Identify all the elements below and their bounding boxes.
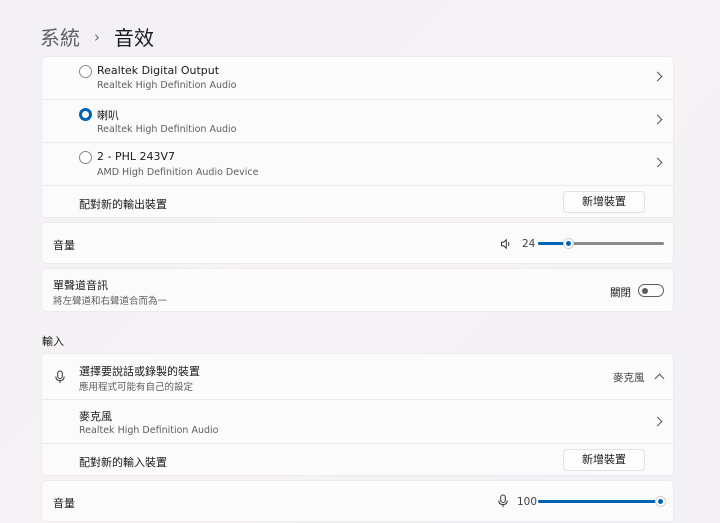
output-device-realtek-digital[interactable]: Realtek Digital Output Realtek High Defi… xyxy=(42,57,673,99)
mono-audio-state: 關閉 xyxy=(610,287,631,299)
mono-audio-toggle[interactable] xyxy=(638,284,664,297)
input-devices-card: 選擇要說話或錄製的裝置 應用程式可能有自己的設定 麥克風 麥克風 Realtek… xyxy=(41,353,674,476)
input-section-label: 輸入 xyxy=(42,335,64,348)
output-radio-phl[interactable] xyxy=(79,151,92,164)
input-device-detail: Realtek High Definition Audio xyxy=(79,425,219,436)
input-chooser-value: 麥克風 xyxy=(613,372,645,384)
pair-output-row: 配對新的輸出裝置 新增裝置 xyxy=(42,185,673,219)
breadcrumb-separator: › xyxy=(94,27,100,46)
input-volume-label: 音量 xyxy=(53,497,75,510)
pair-output-label: 配對新的輸出裝置 xyxy=(79,198,167,211)
mono-audio-title: 單聲道音訊 xyxy=(53,279,108,292)
microphone-icon xyxy=(55,370,65,383)
output-device-detail: Realtek High Definition Audio xyxy=(97,124,237,135)
output-device-name: 喇叭 xyxy=(97,109,119,122)
chevron-right-icon[interactable] xyxy=(652,114,663,125)
input-volume-slider[interactable] xyxy=(538,496,666,507)
output-volume-card: 音量 24 xyxy=(41,222,674,264)
output-volume-label: 音量 xyxy=(53,239,75,252)
input-device-name: 麥克風 xyxy=(79,410,112,423)
input-device-chooser[interactable]: 選擇要說話或錄製的裝置 應用程式可能有自己的設定 麥克風 xyxy=(42,354,673,399)
output-device-name: Realtek Digital Output xyxy=(97,64,220,77)
output-device-detail: AMD High Definition Audio Device xyxy=(97,167,259,178)
output-device-name: 2 - PHL 243V7 xyxy=(97,150,176,163)
chevron-right-icon[interactable] xyxy=(652,416,663,427)
pair-input-label: 配對新的輸入裝置 xyxy=(79,456,167,469)
output-device-phl[interactable]: 2 - PHL 243V7 AMD High Definition Audio … xyxy=(42,142,673,185)
add-output-device-button[interactable]: 新增裝置 xyxy=(563,191,645,213)
chevron-right-icon[interactable] xyxy=(652,157,663,168)
microphone-icon xyxy=(498,494,508,507)
input-volume-thumb[interactable] xyxy=(655,496,666,507)
output-devices-card: Realtek Digital Output Realtek High Defi… xyxy=(41,56,674,218)
input-chooser-title: 選擇要說話或錄製的裝置 xyxy=(79,365,200,378)
breadcrumb-system[interactable]: 系統 xyxy=(40,22,80,51)
output-radio-speaker[interactable] xyxy=(79,108,92,121)
input-chooser-description: 應用程式可能有自己的設定 xyxy=(79,382,194,393)
mono-audio-card: 單聲道音訊 將左聲道和右聲道合而為一 關閉 xyxy=(41,268,674,312)
breadcrumb: 系統 › 音效 xyxy=(40,22,154,51)
chevron-right-icon[interactable] xyxy=(652,71,663,82)
chevron-up-icon[interactable] xyxy=(654,373,665,384)
input-volume-fill xyxy=(538,500,660,503)
output-volume-value: 24 xyxy=(522,238,536,250)
output-device-speaker[interactable]: 喇叭 Realtek High Definition Audio xyxy=(42,99,673,142)
mono-audio-description: 將左聲道和右聲道合而為一 xyxy=(53,296,168,307)
input-device-microphone[interactable]: 麥克風 Realtek High Definition Audio xyxy=(42,399,673,443)
pair-input-row: 配對新的輸入裝置 新增裝置 xyxy=(42,443,673,477)
output-radio-realtek-digital[interactable] xyxy=(79,65,92,78)
page-title: 音效 xyxy=(114,26,154,50)
input-volume-value: 100 xyxy=(517,496,538,508)
speaker-icon[interactable] xyxy=(500,238,512,250)
add-input-device-button[interactable]: 新增裝置 xyxy=(563,449,645,471)
output-volume-slider[interactable] xyxy=(538,238,664,249)
output-volume-thumb[interactable] xyxy=(563,238,574,249)
input-volume-card: 音量 100 xyxy=(41,480,674,522)
output-device-detail: Realtek High Definition Audio xyxy=(97,80,237,91)
